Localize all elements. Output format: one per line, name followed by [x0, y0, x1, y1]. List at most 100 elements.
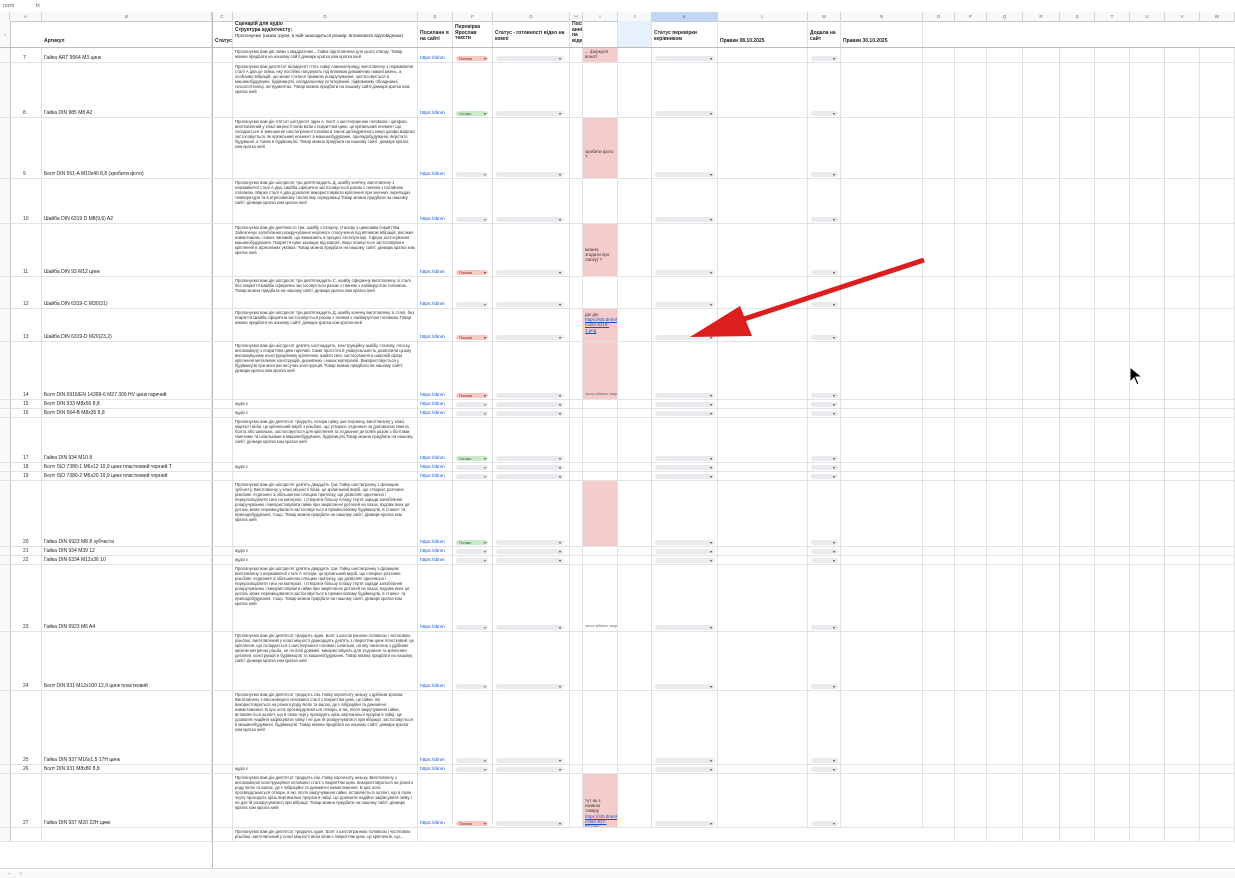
- status-cell[interactable]: [213, 63, 233, 117]
- empty-cell[interactable]: [1095, 118, 1130, 178]
- empty-cell[interactable]: [1023, 277, 1060, 308]
- column-k-cell[interactable]: [618, 463, 652, 471]
- empty-cell[interactable]: [1023, 472, 1060, 480]
- comment-cell[interactable]: ... форкуля вона?: [583, 48, 618, 62]
- added-dropdown[interactable]: [811, 335, 838, 340]
- status-cell[interactable]: [213, 565, 233, 631]
- site-link-cell[interactable]: https://dinm: [418, 309, 453, 341]
- edits1-cell[interactable]: [718, 691, 808, 764]
- empty-cell[interactable]: [987, 400, 1023, 408]
- article-cell[interactable]: Болт DIN 561-A M10х40 8,8 (зробити фото): [42, 118, 212, 178]
- empty-cell[interactable]: [1095, 63, 1130, 117]
- edits1-cell[interactable]: [718, 63, 808, 117]
- empty-cell[interactable]: [1060, 277, 1095, 308]
- column-k-cell[interactable]: [618, 565, 652, 631]
- edits2-cell[interactable]: [841, 481, 923, 546]
- check-status-dropdown[interactable]: [456, 558, 488, 563]
- posted-cell[interactable]: [570, 118, 583, 178]
- ready-status-cell[interactable]: [493, 556, 570, 564]
- empty-cell[interactable]: [1060, 224, 1095, 276]
- manager-status-dropdown[interactable]: [655, 411, 715, 416]
- empty-cell[interactable]: [955, 481, 987, 546]
- comment-cell[interactable]: [583, 556, 618, 564]
- article-cell[interactable]: Гайка DIN 934 M39 12: [42, 547, 212, 555]
- check-status-cell[interactable]: Погано: [453, 48, 493, 62]
- status-cell[interactable]: [213, 418, 233, 462]
- ready-status-dropdown[interactable]: [496, 474, 564, 479]
- ready-status-cell[interactable]: [493, 463, 570, 471]
- article-cell[interactable]: Шайба DIN 6319 D M8(9,6) A2: [42, 179, 212, 223]
- empty-cell[interactable]: [987, 277, 1023, 308]
- column-header-d[interactable]: D: [233, 12, 418, 21]
- check-status-dropdown[interactable]: Погано: [456, 335, 488, 340]
- site-link-cell[interactable]: https://dinm: [418, 472, 453, 480]
- posted-cell[interactable]: [570, 400, 583, 408]
- comment-cell[interactable]: чогось забагато чомусь було ?: [583, 342, 618, 399]
- comment-cell[interactable]: [583, 463, 618, 471]
- empty-cell[interactable]: [1165, 463, 1200, 471]
- empty-cell[interactable]: [1165, 828, 1200, 841]
- column-header-a[interactable]: A: [10, 12, 42, 21]
- column-k-cell[interactable]: [618, 277, 652, 308]
- article-cell[interactable]: Гайка DIN 937 M16х1,5 17H цинк: [42, 691, 212, 764]
- manager-status-cell[interactable]: [652, 179, 718, 223]
- empty-cell[interactable]: [1095, 481, 1130, 546]
- site-link-cell[interactable]: https://dinm: [418, 556, 453, 564]
- empty-cell[interactable]: [987, 342, 1023, 399]
- column-header-u[interactable]: U: [1130, 12, 1165, 21]
- empty-cell[interactable]: [1130, 547, 1165, 555]
- posted-cell[interactable]: [570, 774, 583, 827]
- scenario-cell[interactable]: аудіо є: [233, 547, 418, 555]
- empty-cell[interactable]: [1023, 400, 1060, 408]
- site-link-cell[interactable]: https://dinm: [418, 63, 453, 117]
- row-index-cell[interactable]: 27: [10, 774, 42, 827]
- site-link[interactable]: https://dinm: [420, 335, 445, 340]
- column-header-g[interactable]: G: [493, 12, 570, 21]
- ready-status-dropdown[interactable]: [496, 402, 564, 407]
- column-header-h[interactable]: H: [570, 12, 583, 21]
- column-k-cell[interactable]: [618, 309, 652, 341]
- edits1-cell[interactable]: [718, 342, 808, 399]
- row-index-cell[interactable]: 17: [10, 418, 42, 462]
- empty-cell[interactable]: [1130, 63, 1165, 117]
- check-status-dropdown[interactable]: Готово: [456, 111, 488, 116]
- row-index-cell[interactable]: 25: [10, 691, 42, 764]
- empty-cell[interactable]: [1130, 179, 1165, 223]
- site-link-cell[interactable]: https://dinm: [418, 400, 453, 408]
- empty-cell[interactable]: [923, 118, 955, 178]
- empty-cell[interactable]: [1060, 765, 1095, 773]
- empty-cell[interactable]: [1095, 556, 1130, 564]
- row-index-cell[interactable]: 20: [10, 481, 42, 546]
- edits2-cell[interactable]: [841, 179, 923, 223]
- check-status-dropdown[interactable]: [456, 465, 488, 470]
- ready-status-cell[interactable]: [493, 224, 570, 276]
- manager-status-dropdown[interactable]: [655, 270, 715, 275]
- column-header-m[interactable]: M: [808, 12, 841, 21]
- empty-cell[interactable]: [987, 765, 1023, 773]
- check-status-cell[interactable]: [453, 400, 493, 408]
- article-cell[interactable]: Болт DIN 931 M12х100 12,9 цинк пласткови…: [42, 632, 212, 690]
- empty-cell[interactable]: [1200, 48, 1235, 62]
- article-cell[interactable]: Шайба DIN 6319-C M30(31): [42, 277, 212, 308]
- empty-cell[interactable]: [1165, 774, 1200, 827]
- site-link[interactable]: https://dinm: [420, 767, 445, 772]
- status-cell[interactable]: [213, 481, 233, 546]
- ready-status-cell[interactable]: [493, 48, 570, 62]
- comment-cell[interactable]: [583, 632, 618, 690]
- added-cell[interactable]: [808, 48, 841, 62]
- edits1-cell[interactable]: [718, 48, 808, 62]
- column-header-e[interactable]: E: [418, 12, 453, 21]
- status-cell[interactable]: [213, 632, 233, 690]
- ready-status-dropdown[interactable]: [496, 558, 564, 563]
- empty-cell[interactable]: [1023, 309, 1060, 341]
- empty-cell[interactable]: [1095, 48, 1130, 62]
- scenario-cell[interactable]: Пропонуємо вам дін дев'ятсот тридцять од…: [233, 828, 418, 841]
- check-status-cell[interactable]: [453, 277, 493, 308]
- site-link-cell[interactable]: https://dinm: [418, 463, 453, 471]
- row-index-cell[interactable]: 19: [10, 472, 42, 480]
- empty-cell[interactable]: [1023, 632, 1060, 690]
- edits1-cell[interactable]: [718, 309, 808, 341]
- check-status-dropdown[interactable]: Погано: [456, 56, 488, 61]
- ready-status-cell[interactable]: [493, 774, 570, 827]
- empty-cell[interactable]: [1200, 765, 1235, 773]
